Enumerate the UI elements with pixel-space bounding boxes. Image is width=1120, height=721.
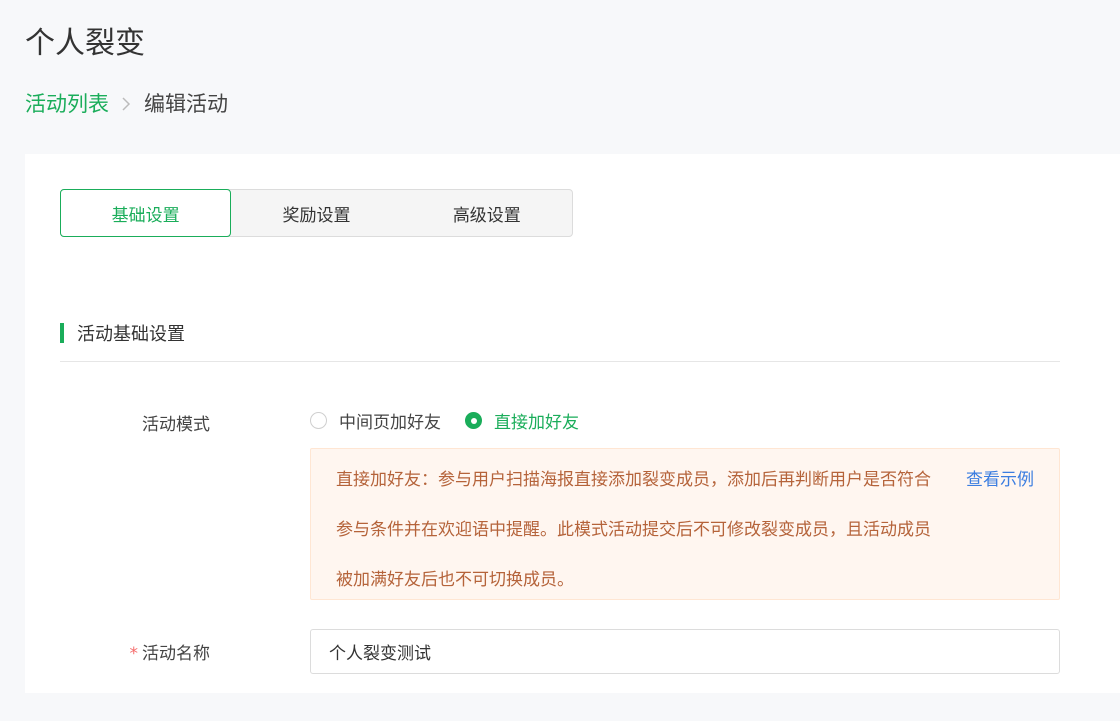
- required-mark: *: [129, 644, 139, 664]
- breadcrumb: 活动列表 编辑活动: [25, 88, 228, 120]
- section-title: 活动基础设置: [77, 324, 185, 345]
- tab-reward-settings[interactable]: 奖励设置: [231, 190, 401, 236]
- settings-card: 基础设置 奖励设置 高级设置 活动基础设置 活动模式 中间页加好友 直接加好友 …: [25, 154, 1120, 693]
- radio-direct-add-friend[interactable]: 直接加好友: [465, 408, 579, 433]
- section-accent-bar: [60, 323, 64, 343]
- activity-name-input[interactable]: [310, 629, 1060, 674]
- mode-notice-box: 直接加好友：参与用户扫描海报直接添加裂变成员，添加后再判断用户是否符合参与条件并…: [310, 448, 1060, 600]
- activity-name-label-text: 活动名称: [142, 644, 210, 664]
- tab-basic-settings[interactable]: 基础设置: [60, 189, 232, 237]
- section-divider: [60, 361, 1060, 362]
- section-header: 活动基础设置: [60, 320, 185, 346]
- settings-tabs: 基础设置 奖励设置 高级设置: [60, 189, 573, 237]
- chevron-right-icon: [121, 96, 131, 112]
- radio-checked-icon[interactable]: [465, 412, 482, 429]
- radio-label: 直接加好友: [494, 413, 579, 433]
- page-title: 个人裂变: [25, 26, 145, 61]
- activity-mode-radio-group: 中间页加好友 直接加好友: [310, 408, 603, 433]
- view-example-link[interactable]: 查看示例: [966, 455, 1034, 505]
- tab-advanced-settings[interactable]: 高级设置: [402, 190, 572, 236]
- activity-name-label: * 活动名称: [25, 639, 211, 664]
- breadcrumb-current: 编辑活动: [144, 92, 228, 116]
- radio-label: 中间页加好友: [339, 413, 441, 433]
- breadcrumb-activity-list-link[interactable]: 活动列表: [25, 88, 109, 120]
- activity-mode-label: 活动模式: [142, 415, 210, 435]
- radio-middle-page-add-friend[interactable]: 中间页加好友: [310, 408, 441, 433]
- radio-circle-icon[interactable]: [310, 412, 327, 429]
- mode-notice-text: 直接加好友：参与用户扫描海报直接添加裂变成员，添加后再判断用户是否符合参与条件并…: [336, 470, 931, 590]
